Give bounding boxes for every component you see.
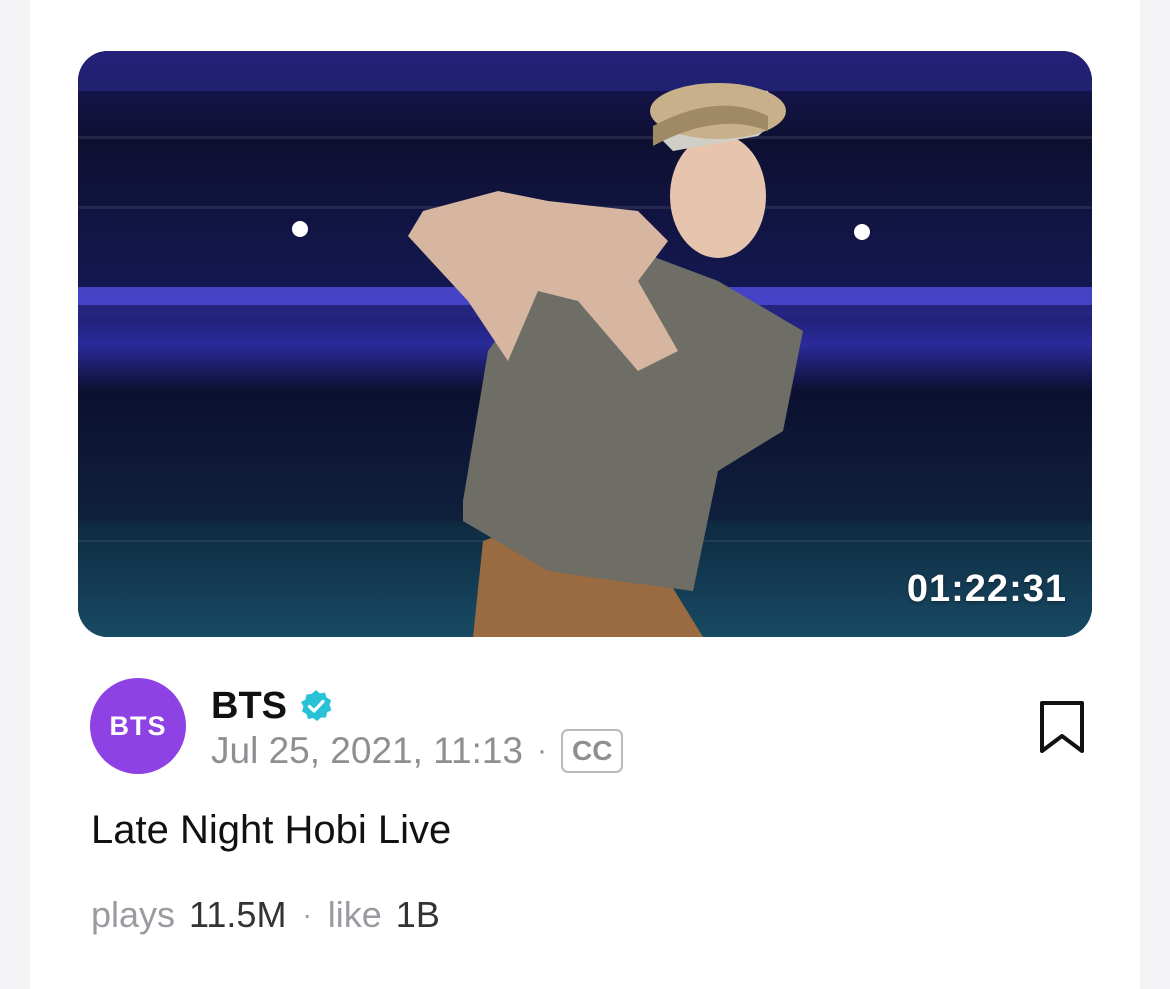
meta-separator: · xyxy=(537,734,548,767)
video-title[interactable]: Late Night Hobi Live xyxy=(91,808,451,853)
thumbnail-image xyxy=(78,51,1092,637)
publish-date: Jul 25, 2021, 11:13 xyxy=(211,730,524,771)
plays-label: plays xyxy=(91,894,176,935)
video-thumbnail[interactable]: 01:22:31 xyxy=(78,51,1092,637)
video-meta: Jul 25, 2021, 11:13 · CC xyxy=(211,728,624,774)
cc-badge: CC xyxy=(561,729,624,773)
like-count: 1B xyxy=(395,894,440,935)
like-label: like xyxy=(327,894,382,935)
verified-check-icon xyxy=(299,689,333,723)
channel-name[interactable]: BTS xyxy=(211,685,287,728)
plays-count: 11.5M xyxy=(189,894,287,935)
channel-avatar[interactable]: BTS xyxy=(90,678,186,774)
channel-row: BTS xyxy=(211,683,333,729)
video-card: 01:22:31 BTS BTS Jul 25, 2021, 11:13 · C… xyxy=(30,0,1140,989)
video-duration: 01:22:31 xyxy=(906,568,1067,610)
bookmark-icon[interactable] xyxy=(1036,700,1088,756)
stats-separator: · xyxy=(302,899,312,930)
video-stats: plays 11.5M · like 1B xyxy=(91,894,440,936)
